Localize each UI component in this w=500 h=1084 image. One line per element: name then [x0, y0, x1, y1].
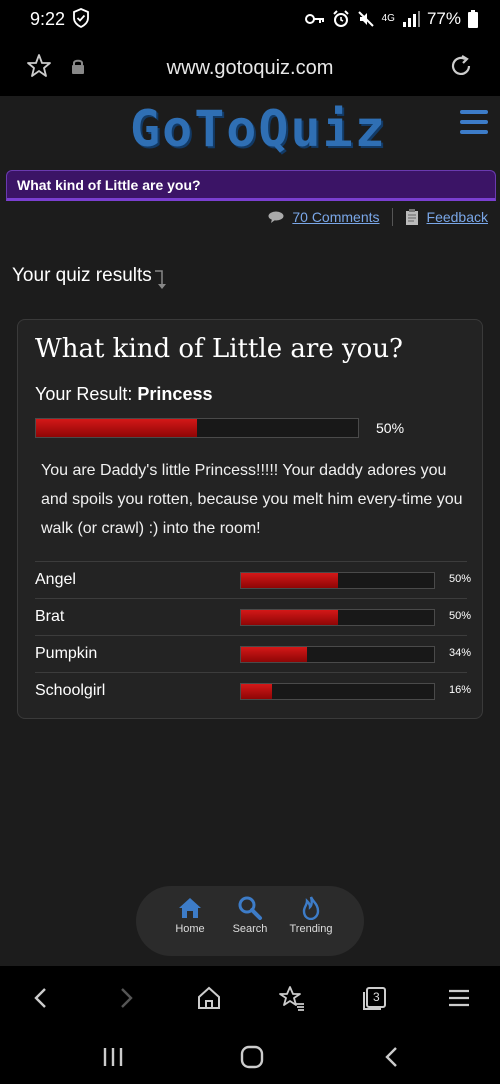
reload-icon[interactable]: [448, 53, 474, 79]
result-row-percent: 50%: [449, 610, 472, 622]
result-row-fill: [241, 684, 272, 699]
result-row-fill: [241, 647, 307, 662]
site-header: GoToQuiz: [0, 96, 500, 168]
system-nav-bar: [0, 1028, 500, 1084]
home-button-icon[interactable]: [240, 1045, 264, 1069]
feedback-icon: [405, 209, 418, 225]
quiz-title-text: What kind of Little are you?: [17, 177, 201, 193]
web-page: GoToQuiz What kind of Little are you? 70…: [0, 96, 500, 966]
recent-apps-icon[interactable]: [101, 1046, 125, 1068]
status-bar: 9:22 4G 77%: [0, 0, 500, 38]
comment-bubble-icon: [268, 211, 284, 223]
hamburger-menu-icon[interactable]: [460, 110, 488, 138]
result-row-angel: Angel 50%: [35, 561, 471, 598]
battery-icon: [468, 10, 478, 28]
result-row-schoolgirl: Schoolgirl 16%: [35, 672, 471, 709]
result-value: Princess: [137, 384, 213, 404]
network-label: 4G: [381, 13, 395, 24]
other-results-list: Angel 50% Brat 50% Pumpkin 34% Schoolgir…: [35, 561, 471, 709]
tabs-button[interactable]: 3: [362, 984, 390, 1012]
key-icon: [304, 14, 324, 24]
results-heading: Your quiz results: [12, 265, 168, 291]
arrow-down-icon: [154, 270, 166, 289]
home-icon: [179, 898, 201, 918]
result-row-pumpkin: Pumpkin 34%: [35, 635, 471, 672]
result-description: You are Daddy's little Princess!!!!! You…: [41, 462, 463, 537]
result-progress-fill: [36, 419, 197, 437]
home-icon[interactable]: [195, 984, 223, 1012]
results-heading-text: Your quiz results: [12, 265, 152, 286]
status-time: 9:22: [30, 9, 66, 29]
nav-search[interactable]: Search: [220, 896, 280, 935]
result-row-percent: 34%: [449, 647, 472, 659]
menu-icon[interactable]: [445, 984, 473, 1012]
bottom-nav: Home Search Trending: [136, 886, 364, 956]
comments-link[interactable]: 70 Comments: [292, 209, 379, 225]
site-logo[interactable]: GoToQuiz: [130, 100, 387, 158]
result-progress-bar: [35, 418, 359, 438]
result-row-percent: 50%: [449, 573, 472, 585]
address-bar: www.gotoquiz.com: [0, 38, 500, 96]
result-row-bar: [240, 609, 435, 626]
your-result: Your Result: Princess: [35, 384, 212, 405]
signal-icon: [402, 11, 420, 27]
result-row-fill: [241, 573, 338, 588]
nav-search-label: Search: [232, 923, 268, 935]
back-arrow-icon[interactable]: [27, 984, 55, 1012]
nav-home[interactable]: Home: [160, 896, 220, 935]
result-row-fill: [241, 610, 338, 625]
flame-icon: [302, 896, 320, 920]
feedback-link[interactable]: Feedback: [427, 209, 488, 225]
comment-feedback-links: 70 Comments Feedback: [268, 208, 488, 226]
search-icon: [238, 896, 262, 920]
result-row-name: Schoolgirl: [35, 682, 106, 699]
result-card: What kind of Little are you? Your Result…: [17, 319, 483, 719]
battery-percent: 77%: [426, 9, 461, 28]
tabs-count: 3: [373, 990, 380, 1004]
quiz-title-bar: What kind of Little are you?: [6, 170, 496, 201]
result-label: Your Result:: [35, 384, 133, 404]
nav-trending-label: Trending: [289, 923, 333, 935]
url-text[interactable]: www.gotoquiz.com: [0, 57, 500, 80]
result-row-bar: [240, 646, 435, 663]
result-row-brat: Brat 50%: [35, 598, 471, 635]
result-row-name: Angel: [35, 571, 76, 588]
forward-arrow-icon[interactable]: [112, 984, 140, 1012]
browser-toolbar: 3: [0, 966, 500, 1028]
back-button-icon[interactable]: [381, 1045, 403, 1069]
result-row-bar: [240, 572, 435, 589]
result-row-name: Brat: [35, 608, 65, 625]
mute-icon: [357, 11, 374, 27]
result-row-name: Pumpkin: [35, 645, 98, 662]
nav-trending[interactable]: Trending: [281, 896, 341, 935]
bookmarks-icon[interactable]: [278, 984, 306, 1012]
links-divider: [391, 208, 393, 226]
status-icons: 4G 77%: [304, 9, 478, 29]
shield-icon: [73, 8, 89, 28]
result-row-bar: [240, 683, 435, 700]
nav-home-label: Home: [175, 923, 205, 935]
result-percent: 50%: [376, 420, 405, 436]
result-row-percent: 16%: [449, 684, 472, 696]
card-title: What kind of Little are you?: [35, 334, 403, 364]
alarm-icon: [332, 10, 349, 27]
